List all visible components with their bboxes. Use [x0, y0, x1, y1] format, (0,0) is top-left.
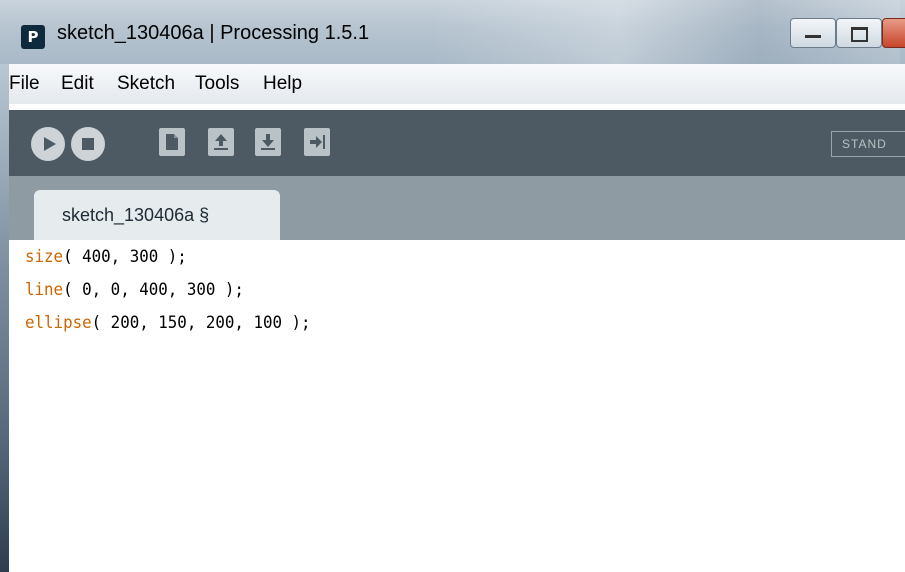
code-function: ellipse [25, 313, 92, 333]
open-button[interactable] [208, 128, 234, 156]
window-title: sketch_130406a | Processing 1.5.1 [57, 22, 370, 44]
export-button[interactable] [304, 128, 330, 156]
menu-file[interactable]: File [9, 73, 40, 95]
code-function: line [25, 280, 64, 300]
code-editor[interactable]: size( 400, 300 ); line( 0, 0, 400, 300 )… [9, 240, 905, 572]
tab-row: sketch_130406a § [9, 176, 905, 240]
code-line: size( 400, 300 ); [25, 247, 187, 267]
run-button[interactable] [31, 127, 65, 161]
toolbar: STAND [9, 110, 905, 176]
menu-sketch[interactable]: Sketch [117, 73, 175, 95]
code-function: size [25, 247, 64, 267]
maximize-icon [851, 27, 868, 42]
code-line: line( 0, 0, 400, 300 ); [25, 280, 244, 300]
code-args: ( 400, 300 ); [63, 247, 187, 267]
processing-app-icon: P [21, 25, 45, 49]
download-arrow-icon [261, 134, 275, 150]
menu-edit[interactable]: Edit [61, 73, 94, 95]
export-arrow-icon [310, 135, 325, 149]
minimize-button[interactable] [790, 18, 836, 48]
stop-button[interactable] [71, 127, 105, 161]
save-button[interactable] [255, 128, 281, 156]
new-file-icon [166, 134, 178, 150]
code-args: ( 0, 0, 400, 300 ); [63, 280, 244, 300]
title-bar[interactable]: P sketch_130406a | Processing 1.5.1 [0, 0, 905, 64]
mode-selector[interactable]: STAND [831, 131, 905, 157]
new-button[interactable] [159, 128, 185, 156]
minimize-icon [805, 35, 821, 38]
menu-tools[interactable]: Tools [195, 73, 239, 95]
tab-label: sketch_130406a § [62, 205, 210, 225]
play-icon [44, 137, 56, 151]
code-args: ( 200, 150, 200, 100 ); [91, 313, 311, 333]
maximize-button[interactable] [836, 18, 882, 48]
menu-help[interactable]: Help [263, 73, 302, 95]
close-button[interactable] [882, 18, 905, 48]
stop-icon [82, 138, 94, 150]
code-line: ellipse( 200, 150, 200, 100 ); [25, 313, 311, 333]
tab-sketch[interactable]: sketch_130406a § [34, 190, 280, 240]
menu-bar: File Edit Sketch Tools Help [9, 64, 905, 104]
upload-arrow-icon [214, 134, 228, 150]
window-left-edge [0, 64, 9, 572]
